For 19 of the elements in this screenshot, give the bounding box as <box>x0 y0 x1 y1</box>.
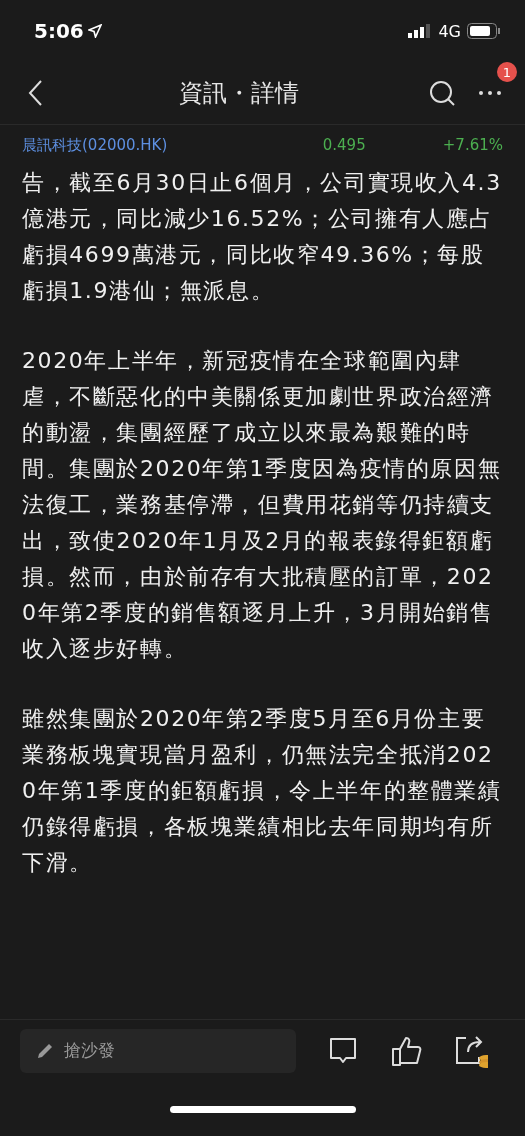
share-button[interactable] <box>454 1034 488 1068</box>
stock-change: +7.61% <box>442 136 503 154</box>
more-icon <box>478 90 502 96</box>
article-paragraph: 雖然集團於2020年第2季度5月至6月份主要業務板塊實現當月盈利，仍無法完全抵消2020年第1季度的鉅額虧損，令上半年的整體業績仍錄得虧損，各板塊業績相比去年同期均有所下滑。 <box>22 705 503 877</box>
signal-icon <box>408 24 433 38</box>
comment-field[interactable]: 搶沙發 <box>20 1029 296 1073</box>
stock-price: 0.495 <box>322 136 367 154</box>
status-time: 5:06 <box>34 19 102 43</box>
battery-icon <box>467 23 501 39</box>
notification-badge: 1 <box>497 62 517 82</box>
back-icon <box>27 79 43 107</box>
article-paragraph: 告，截至6月30日止6個月，公司實現收入4.3億港元，同比減少16.52%；公司擁有人應占虧損4699萬港元，同比收窄49.36%；每股虧損1.9港仙；無派息。 <box>22 169 503 305</box>
network-label: 4G <box>438 21 461 41</box>
stock-name-link[interactable]: 晨訊科技(02000.HK) <box>22 135 323 155</box>
page-title: 資訊・詳情 <box>177 78 300 109</box>
article-paragraph: 2020年上半年，新冠疫情在全球範圍內肆虐，不斷惡化的中美關係更加劇世界政治經濟的動盪，集團經歷了成立以來最為艱難的時間。集團於2020年第1季度因為疫情的原因無法復工，業務基停滯，但費用花銷等仍持續支出，致使2020年1月及2月的報表錄得鉅額虧損。然而，由於前存有大批積壓的訂單，2020年第2季度的銷售額逐月上升，3月開始銷售收入逐步好轉。 <box>22 347 503 663</box>
location-icon <box>87 24 102 38</box>
pencil-icon <box>36 1042 54 1060</box>
like-button[interactable] <box>390 1034 424 1068</box>
